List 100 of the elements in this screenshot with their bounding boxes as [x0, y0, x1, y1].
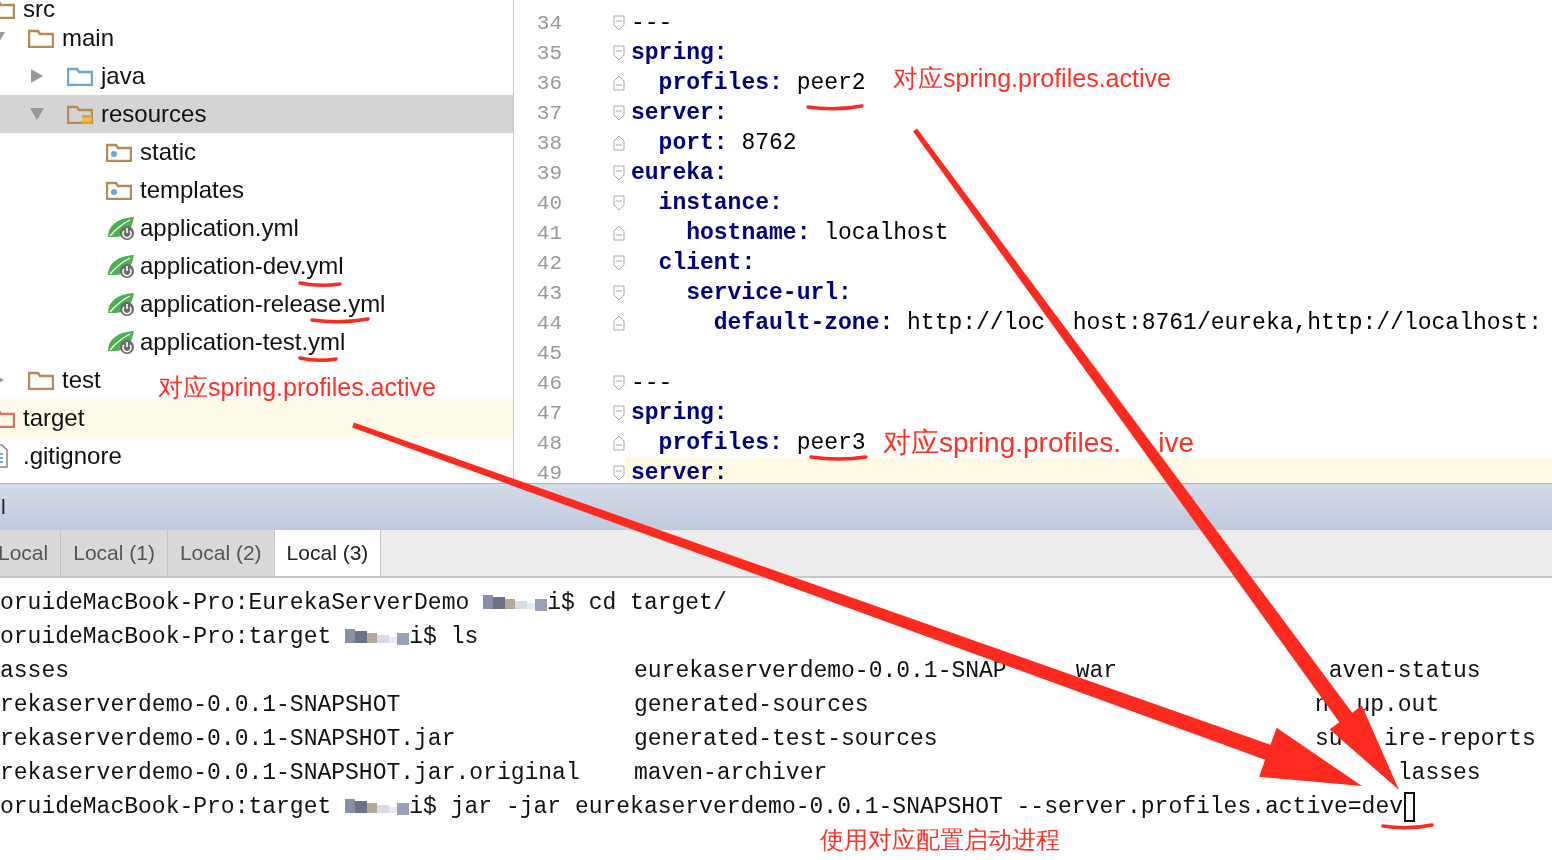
fold-icon[interactable] [613, 255, 625, 271]
terminal-tab[interactable]: Local (1) [61, 530, 168, 576]
fold-icon[interactable] [613, 45, 625, 61]
terminal-prompt: oruideMacBook-Pro:EurekaServerDemo [0, 590, 470, 616]
line-number: 47 [535, 401, 562, 425]
yaml-key: service-url: [631, 280, 852, 306]
yaml-value: peer2 [795, 70, 866, 96]
yaml-value: localhost [823, 220, 949, 246]
underline-mark [1381, 823, 1434, 830]
file-name: maven-archiver [634, 760, 828, 786]
fold-icon[interactable] [613, 465, 625, 481]
file-name: aven-status [1328, 658, 1481, 684]
folder-icon [28, 370, 54, 390]
tree-label[interactable]: application-dev.yml [140, 253, 344, 279]
tree-label[interactable]: test [62, 367, 101, 393]
yaml-key: server: [631, 100, 728, 126]
file-name: lasses [1397, 760, 1481, 786]
underline-mark [310, 317, 370, 324]
folder-icon [106, 180, 132, 200]
line-number: 40 [535, 191, 562, 215]
underline-mark [806, 104, 864, 111]
panel-title: l [1, 495, 6, 519]
file-name: ire-reports [1384, 726, 1536, 752]
annotation-text: 对应spring.profiles.active [158, 373, 436, 401]
yaml-value: peer3 [795, 430, 866, 456]
fold-icon[interactable] [613, 405, 625, 421]
yaml-value: 8762 [740, 130, 797, 156]
file-name: generated-test-sources [634, 726, 938, 752]
line-number: 37 [535, 101, 562, 125]
yaml-value: http://loc [906, 310, 1046, 336]
yaml-key: profiles: [631, 430, 783, 456]
line-number: 49 [535, 461, 562, 483]
tree-label[interactable]: application.yml [140, 215, 299, 241]
yaml-key: spring: [631, 40, 728, 66]
tree-label[interactable]: .gitignore [23, 443, 122, 469]
file-name: generated-sources [634, 692, 869, 718]
tree-label[interactable]: static [140, 139, 196, 165]
fold-icon[interactable] [613, 195, 625, 211]
file-name: rekaserverdemo-0.0.1-SNAPSHOT.jar [0, 726, 456, 752]
leaf-icon [106, 329, 136, 355]
annotation-text: ive [1158, 427, 1195, 458]
terminal-prompt: i$ [547, 590, 575, 616]
line-number: 46 [535, 371, 562, 395]
line-number: 36 [535, 71, 562, 95]
fold-icon[interactable] [613, 285, 625, 301]
underline-mark [298, 281, 342, 288]
terminal-command: ls [450, 624, 479, 650]
fold-end-icon[interactable] [613, 135, 625, 151]
terminal-tab[interactable]: Local (2) [167, 530, 275, 576]
terminal-prompt: oruideMacBook-Pro:target [0, 794, 332, 820]
terminal-command: jar -jar eurekaserverdemo-0.0.1-SNAPSHOT --server.profiles.active=dev [450, 794, 1404, 820]
tree-label[interactable]: application-test.yml [140, 329, 346, 355]
folder-icon [67, 104, 93, 124]
tree-label[interactable]: main [62, 25, 115, 51]
yaml-key: profiles: [631, 70, 783, 96]
terminal-command: cd target/ [588, 590, 727, 616]
fold-icon[interactable] [613, 375, 625, 391]
underline-mark [809, 455, 868, 461]
fold-end-icon[interactable] [613, 315, 625, 331]
folder-icon [106, 142, 132, 162]
fold-icon[interactable] [613, 165, 625, 181]
fold-icon[interactable] [613, 15, 625, 31]
terminal-tab[interactable]: Local [0, 530, 62, 576]
line-number: 38 [535, 131, 562, 155]
terminal-tab[interactable]: Local (3) [274, 530, 382, 576]
line-number: 34 [535, 11, 562, 35]
line-number: 39 [535, 161, 562, 185]
leaf-icon [106, 291, 136, 317]
tree-label[interactable]: application-release.yml [140, 291, 386, 317]
yaml-key: port: [631, 130, 728, 156]
triangle-down-icon[interactable] [29, 107, 45, 121]
yaml-key: spring: [631, 400, 728, 426]
tree-label[interactable]: src [23, 0, 55, 18]
tree-label[interactable]: templates [140, 177, 245, 203]
line-number: 42 [535, 251, 562, 275]
line-number: 45 [535, 341, 562, 365]
yaml-key: eureka: [631, 160, 728, 186]
line-number: 41 [535, 221, 562, 245]
fold-icon[interactable] [613, 105, 625, 121]
terminal-prompt: i$ [409, 794, 437, 820]
fold-end-icon[interactable] [613, 435, 625, 451]
triangle-right-icon[interactable] [30, 68, 44, 84]
line-number: 44 [535, 311, 562, 335]
fold-end-icon[interactable] [613, 75, 625, 91]
selected-tree-row[interactable]: resources [0, 95, 513, 133]
file-name: rekaserverdemo-0.0.1-SNAPSHOT [0, 692, 401, 718]
yaml-key: hostname: [631, 220, 811, 246]
folder-icon [67, 66, 93, 86]
tree-label[interactable]: resources [101, 101, 207, 127]
folder-icon [28, 28, 54, 48]
file-name: eurekaserverdemo-0.0.1-SNAP [634, 658, 1007, 684]
file-name: war [1075, 658, 1118, 684]
tree-label[interactable]: target [23, 405, 85, 431]
annotation-text: 对应spring.profiles.active [893, 64, 1171, 92]
fold-end-icon[interactable] [613, 225, 625, 241]
tree-label[interactable]: java [101, 63, 146, 89]
terminal-prompt: oruideMacBook-Pro:target [0, 624, 332, 650]
file-name: up.out [1356, 692, 1440, 718]
line-number: 43 [535, 281, 562, 305]
yaml-key: default-zone: [631, 310, 894, 336]
